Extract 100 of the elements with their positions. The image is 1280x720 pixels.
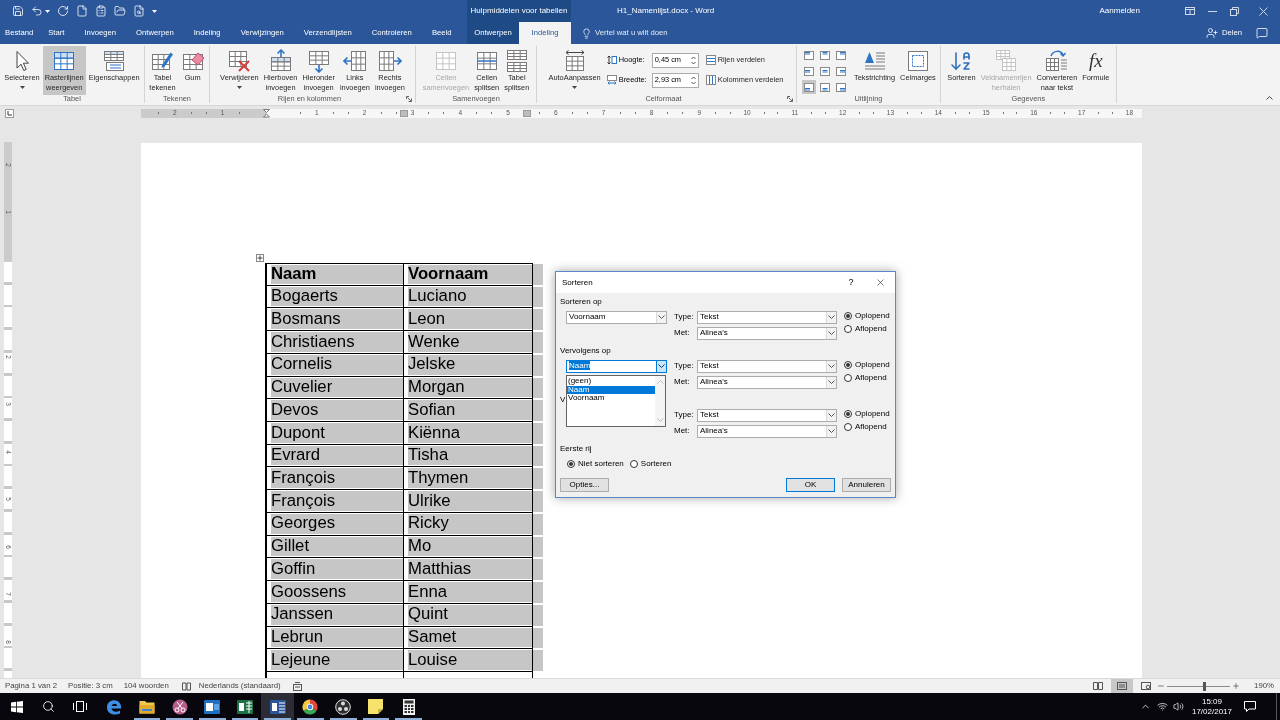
record-macro-icon[interactable] (292, 681, 302, 691)
scissors-icon (171, 698, 188, 715)
column-width-icon (606, 75, 617, 85)
clock-time[interactable]: 15:09 (1201, 696, 1222, 707)
caret-icon (236, 86, 242, 89)
slider-thumb[interactable] (1202, 681, 1206, 691)
dialog-button[interactable]: OK (786, 478, 835, 492)
folder-icon[interactable] (114, 5, 126, 17)
table-x-icon (227, 49, 252, 73)
stacked-rectangles-icon (73, 701, 87, 712)
close-icon (1258, 6, 1268, 16)
field-label: Type: (674, 360, 695, 372)
column-marker-icon[interactable] (400, 109, 408, 117)
view-button[interactable] (1111, 679, 1134, 693)
notification-icon[interactable] (1244, 701, 1256, 712)
four-panes-icon (10, 700, 23, 713)
align-button[interactable] (834, 64, 848, 78)
print-preview-icon[interactable] (133, 5, 145, 17)
book-icon (1093, 682, 1104, 690)
chevron-down-icon (658, 315, 665, 319)
dropdown-option[interactable]: (geen) (567, 377, 655, 386)
field-label: Type: (674, 311, 695, 323)
proofing-book-icon[interactable] (181, 681, 191, 691)
dialog-button[interactable]: Opties... (560, 478, 609, 492)
zoom-in-icon[interactable] (1232, 682, 1241, 690)
speaker-icon[interactable] (1172, 701, 1184, 712)
undo-icon[interactable] (31, 5, 43, 17)
using-dropdown[interactable]: Alinea's (697, 326, 837, 340)
section-label: Eerste rij (560, 443, 592, 455)
caret-icon (45, 9, 50, 13)
table-cell: Wenke (408, 332, 532, 352)
type-dropdown[interactable]: Tekst (697, 359, 837, 373)
type-dropdown[interactable]: Tekst (697, 408, 837, 422)
sort-key-dropdown[interactable]: Naam (566, 359, 667, 373)
radio-button[interactable]: Aflopend (844, 371, 890, 384)
align-button[interactable] (818, 80, 832, 94)
page-icon (1117, 682, 1128, 690)
align-icon (804, 82, 814, 92)
table-cell: Jelske (408, 354, 532, 375)
clock-date[interactable]: 17/02/2017 (1191, 706, 1232, 717)
wifi-icon[interactable] (1156, 701, 1168, 712)
scroll-down-icon (656, 418, 664, 422)
align-button[interactable] (818, 48, 832, 62)
radio-button[interactable]: Sorteren (629, 457, 672, 471)
align-button[interactable] (802, 48, 816, 62)
table-cell: Matthias (408, 559, 532, 580)
triangle-lines-icon (862, 49, 887, 73)
using-dropdown[interactable]: Alinea's (697, 424, 837, 438)
spinner-icon[interactable] (690, 55, 696, 65)
spinner-icon[interactable] (690, 75, 696, 85)
taskbar-app[interactable] (261, 693, 295, 720)
align-button[interactable] (834, 80, 848, 94)
column-marker-icon[interactable] (523, 109, 531, 117)
table-arrow-right-icon (377, 49, 402, 73)
dropdown-option[interactable]: Naam (567, 385, 655, 395)
help-button[interactable]: ? (837, 272, 865, 293)
mail-tile-icon (204, 698, 221, 715)
clipboard-icon[interactable] (95, 5, 107, 17)
table-cell: Samet (408, 627, 532, 648)
dropdown-option[interactable]: Voornaam (567, 394, 655, 403)
launcher-icon[interactable] (406, 96, 412, 102)
align-icon (836, 66, 846, 76)
radio-button[interactable]: Oplopend (844, 309, 890, 322)
move-handle-icon[interactable] (256, 254, 264, 262)
field-label: Met: (674, 425, 691, 437)
new-document-icon[interactable] (76, 5, 88, 17)
save-icon[interactable] (12, 5, 24, 17)
radio-button[interactable]: Niet sorteren (567, 457, 624, 471)
align-button[interactable] (802, 64, 816, 78)
radio-button[interactable]: Aflopend (844, 322, 890, 335)
window-title: H1_Namenlijst.docx - Word (617, 5, 715, 17)
web-page-icon (1141, 682, 1152, 690)
dropdown-list[interactable]: (geen) Naam Voornaam (566, 375, 666, 427)
table-cell: Ricky (408, 513, 532, 534)
table-cell: Sofian (408, 400, 532, 421)
align-button[interactable] (818, 64, 832, 78)
using-dropdown[interactable]: Alinea's (697, 375, 837, 389)
column-header: Voornaam (408, 265, 532, 284)
radio-button[interactable]: Oplopend (844, 407, 890, 420)
field-label: Type: (674, 409, 695, 421)
context-tab-title: Hulpmiddelen voor tabellen (470, 5, 568, 17)
sign-in-link[interactable]: Aanmelden (1099, 5, 1140, 17)
tab-stop-icon[interactable] (5, 108, 14, 118)
sort-key-dropdown[interactable]: Voornaam (566, 310, 667, 324)
table-cell: Goffin (271, 559, 403, 580)
comment-icon[interactable] (1256, 27, 1268, 39)
dialog-button[interactable]: Annuleren (842, 478, 891, 492)
align-button[interactable] (802, 80, 816, 94)
column-header: Naam (271, 265, 403, 284)
type-dropdown[interactable]: Tekst (697, 310, 837, 324)
indent-marker-icon[interactable] (263, 108, 270, 118)
swirl-logo-icon (106, 698, 123, 715)
align-button[interactable] (834, 48, 848, 62)
formula-symbol: fx (1088, 49, 1103, 73)
table-cell: Bogaerts (271, 286, 403, 307)
radio-button[interactable]: Oplopend (844, 358, 890, 371)
redo-icon[interactable] (57, 5, 69, 17)
radio-button[interactable]: Aflopend (844, 420, 890, 433)
launcher-icon[interactable] (787, 96, 793, 102)
tables-icon (504, 49, 529, 73)
